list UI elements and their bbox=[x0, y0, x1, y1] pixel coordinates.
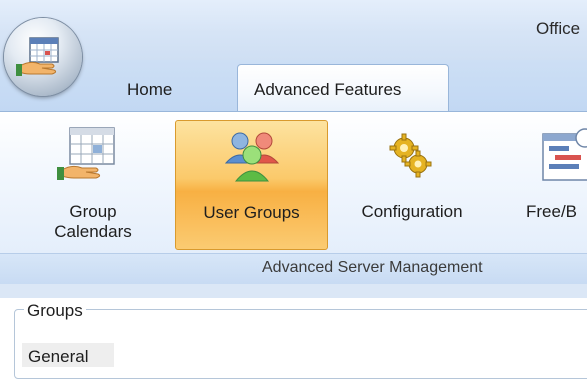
tab-advanced-features[interactable]: Advanced Features bbox=[237, 64, 449, 111]
ribbon-separator bbox=[0, 284, 587, 298]
user-groups-button[interactable]: User Groups bbox=[175, 120, 328, 250]
gears-icon bbox=[389, 133, 432, 178]
tab-home[interactable]: Home bbox=[127, 80, 172, 100]
tab-advanced-features-label: Advanced Features bbox=[254, 80, 402, 99]
title-bar: Office bbox=[0, 0, 587, 60]
schedule-chart-icon bbox=[542, 128, 587, 181]
ribbon-group-label: Advanced Server Management bbox=[262, 259, 483, 276]
free-busy-button[interactable]: Free/B bbox=[515, 120, 587, 250]
user-groups-label: User Groups bbox=[203, 203, 300, 222]
groups-legend: Groups bbox=[24, 301, 86, 321]
group-calendars-label-line1: Group bbox=[69, 202, 117, 221]
group-calendars-label: Group Calendars bbox=[38, 202, 148, 242]
group-list-item[interactable]: General bbox=[22, 343, 114, 367]
configuration-button[interactable]: Configuration bbox=[342, 120, 482, 250]
calendar-hand-icon bbox=[16, 37, 59, 76]
users-group-icon bbox=[224, 132, 280, 182]
free-busy-label: Free/B bbox=[526, 202, 578, 221]
configuration-label: Configuration bbox=[361, 202, 463, 221]
group-calendars-button[interactable]: Group Calendars bbox=[38, 120, 148, 250]
calendar-hand-icon bbox=[57, 127, 115, 180]
application-menu-button[interactable] bbox=[4, 18, 82, 96]
group-calendars-label-line2: Calendars bbox=[54, 222, 132, 241]
window-title: Office bbox=[536, 19, 581, 38]
